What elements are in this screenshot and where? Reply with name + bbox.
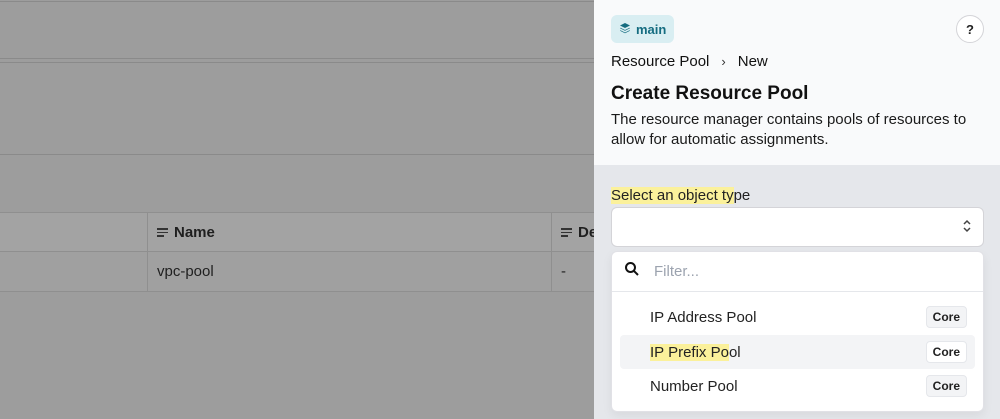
- chevron-right-icon: ›: [721, 54, 726, 69]
- filter-row: [612, 252, 983, 292]
- option-label: IP Address Pool: [650, 308, 757, 326]
- object-type-select[interactable]: [611, 207, 984, 247]
- breadcrumb-new: New: [737, 53, 768, 70]
- breadcrumb: Resource Pool › New: [611, 53, 768, 70]
- page-description: The resource manager contains pools of r…: [611, 111, 967, 148]
- column-separator: [551, 212, 552, 292]
- divider: [0, 62, 594, 63]
- object-type-dropdown: IP Address Pool Core IP Prefix Pool Core…: [611, 251, 984, 412]
- core-badge: Core: [925, 306, 967, 328]
- divider: [0, 58, 594, 59]
- branch-name: main: [636, 21, 667, 37]
- background-page: Name De vpc-pool -: [0, 0, 597, 419]
- filter-input[interactable]: [654, 263, 954, 280]
- option-number-pool[interactable]: Number Pool Core: [620, 369, 975, 403]
- menu-lines-icon: [157, 228, 168, 237]
- table-row[interactable]: [0, 252, 594, 292]
- divider: [0, 1, 594, 2]
- chevron-up-down-icon: [962, 218, 972, 234]
- column-header-description[interactable]: De: [561, 224, 597, 241]
- search-icon: [624, 261, 640, 282]
- breadcrumb-resource-pool[interactable]: Resource Pool: [611, 53, 709, 70]
- option-label: IP Prefix Pool: [650, 343, 741, 361]
- option-ip-address-pool[interactable]: IP Address Pool Core: [620, 300, 975, 334]
- menu-lines-icon: [561, 228, 572, 237]
- panel-header: main ? Resource Pool › New Create Resour…: [594, 0, 1000, 165]
- option-ip-prefix-pool[interactable]: IP Prefix Pool Core: [620, 335, 975, 369]
- cell-description: -: [561, 263, 566, 280]
- object-type-label: Select an object type: [611, 187, 751, 204]
- column-header-name[interactable]: Name: [157, 224, 215, 241]
- page-title: Create Resource Pool: [611, 83, 809, 104]
- layers-icon: [619, 22, 631, 37]
- core-badge: Core: [925, 341, 967, 363]
- help-button[interactable]: ?: [956, 15, 984, 43]
- create-resource-pool-panel: main ? Resource Pool › New Create Resour…: [594, 0, 1000, 419]
- cell-name[interactable]: vpc-pool: [157, 263, 214, 280]
- table-header: [0, 212, 594, 252]
- core-badge: Core: [925, 375, 967, 397]
- divider: [0, 154, 594, 155]
- branch-badge[interactable]: main: [611, 15, 675, 43]
- option-label: Number Pool: [650, 377, 738, 395]
- column-separator: [147, 212, 148, 292]
- form-area: Select an object type IP Address Pool Co…: [594, 165, 1000, 419]
